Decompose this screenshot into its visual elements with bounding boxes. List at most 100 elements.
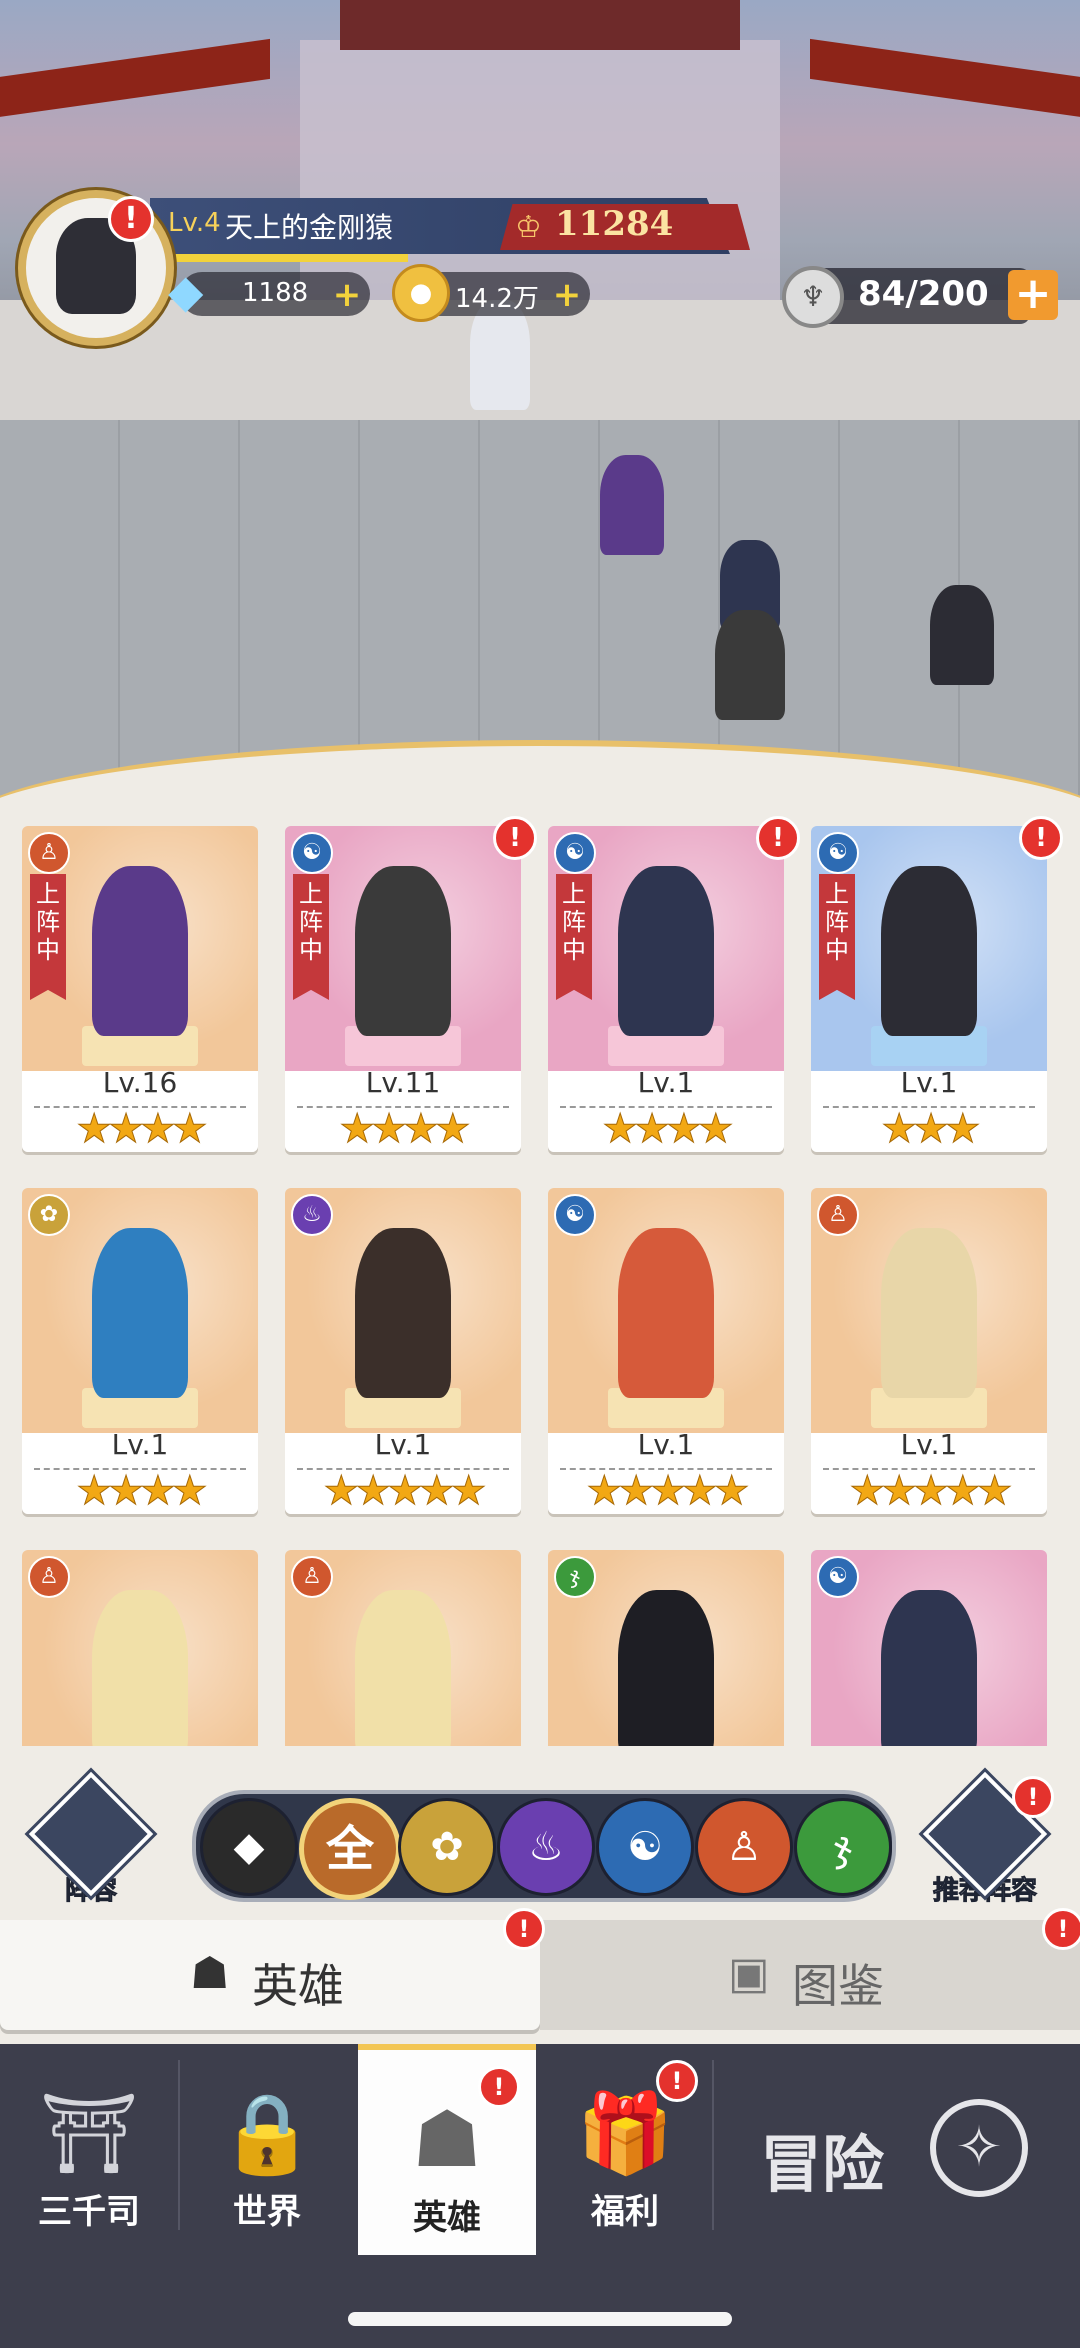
- hero-card[interactable]: ☯: [811, 1550, 1051, 1746]
- battle-hero-sprite: [600, 455, 664, 555]
- yin-yang-faction-icon: ☯: [817, 832, 859, 874]
- hero-alert-badge: !: [756, 816, 800, 860]
- hero-portrait: [92, 1590, 188, 1746]
- filter-tank-button[interactable]: ◆: [200, 1798, 298, 1896]
- hero-portrait: [92, 1228, 188, 1398]
- hero-portrait: [881, 1590, 977, 1746]
- nav-item[interactable]: ⛩ 三千司: [0, 2044, 178, 2249]
- tab-heroes[interactable]: ☗ 英雄: [0, 1920, 540, 2030]
- nav-alert-badge: !: [656, 2060, 698, 2102]
- hero-card[interactable]: Lv.1 ★★★★★ ☯: [548, 1188, 788, 1518]
- power-icon: ♔: [515, 210, 542, 245]
- lineup-button[interactable]: 阵容: [28, 1771, 154, 1907]
- statue-sprite: [470, 300, 530, 410]
- hero-stars: ★★★: [881, 1106, 982, 1153]
- player-level: Lv.4: [168, 208, 221, 238]
- hero-level: Lv.1: [900, 1428, 958, 1461]
- left-pavilion-roof: [0, 38, 270, 122]
- stamina-icon: ♆: [782, 266, 844, 328]
- recommend-alert-badge: !: [1012, 1776, 1054, 1818]
- nav-item[interactable]: ☗ 英雄!: [358, 2044, 536, 2255]
- tab-codex[interactable]: ▣ 图鉴: [540, 1920, 1080, 2030]
- book-icon: ▣: [728, 1948, 770, 1999]
- heroes-tab-alert-badge: !: [503, 1908, 545, 1950]
- monk-faction-icon: ♙: [817, 1194, 859, 1236]
- nav-label: 英雄: [413, 2198, 481, 2238]
- hero-portrait: [881, 1228, 977, 1398]
- player-name: 天上的金刚猿: [225, 211, 394, 244]
- hero-card[interactable]: Lv.11 ★★★★ ☯ 上阵中!: [285, 816, 537, 1156]
- power-value: 11284: [555, 204, 674, 244]
- filter-monk-button[interactable]: ♙: [695, 1798, 793, 1896]
- yin-yang-faction-icon: ☯: [554, 1194, 596, 1236]
- add-stamina-button[interactable]: +: [1008, 270, 1058, 320]
- nav-label: 世界: [233, 2192, 301, 2232]
- hero-card-frame: Lv.1 ★★★★★: [285, 1188, 521, 1514]
- hero-card[interactable]: ჯ: [548, 1550, 788, 1746]
- monk-faction-icon: ♙: [28, 832, 70, 874]
- nav-label: 福利: [591, 2192, 659, 2232]
- hero-level: Lv.1: [374, 1428, 432, 1461]
- hero-level: Lv.16: [102, 1066, 178, 1099]
- hero-alert-badge: !: [493, 816, 537, 860]
- hero-portrait: [92, 866, 188, 1036]
- flame-faction-icon: ♨: [291, 1194, 333, 1236]
- add-gems-button[interactable]: +: [332, 278, 362, 312]
- hero-card[interactable]: ♙: [22, 1550, 262, 1746]
- hero-stars: ★★★★: [76, 1468, 208, 1515]
- hero-card[interactable]: Lv.1 ★★★★★ ♙: [811, 1188, 1051, 1518]
- hero-portrait: [618, 1590, 714, 1746]
- filter-flame-button[interactable]: ♨: [497, 1798, 595, 1896]
- hero-level: Lv.1: [111, 1428, 169, 1461]
- hero-stars: ★★★★: [602, 1106, 734, 1153]
- in-lineup-ribbon: 上阵中: [293, 874, 329, 1000]
- add-coins-button[interactable]: +: [552, 278, 582, 312]
- hero-level: Lv.1: [637, 1428, 695, 1461]
- filter-yin-yang-button[interactable]: ☯: [596, 1798, 694, 1896]
- hero-stars: ★★★★★: [849, 1468, 1013, 1515]
- battle-scene: [0, 0, 1080, 800]
- hero-stars: ★★★★: [339, 1106, 471, 1153]
- hero-level: Lv.11: [365, 1066, 441, 1099]
- nav-item[interactable]: 🔒 世界: [178, 2044, 356, 2249]
- avatar-alert-badge: !: [108, 196, 154, 242]
- yin-yang-faction-icon: ☯: [554, 832, 596, 874]
- hero-portrait: [355, 866, 451, 1036]
- nav-icon: ⛩: [39, 2089, 139, 2179]
- right-pavilion-roof: [810, 38, 1080, 122]
- hero-portrait: [618, 866, 714, 1036]
- hero-card[interactable]: Lv.1 ★★★ ☯ 上阵中!: [811, 816, 1063, 1156]
- hero-card[interactable]: Lv.1 ★★★★ ☯ 上阵中!: [548, 816, 800, 1156]
- hero-card[interactable]: Lv.1 ★★★★ ✿: [22, 1188, 262, 1518]
- hero-card[interactable]: Lv.16 ★★★★ ♙ 上阵中: [22, 826, 262, 1156]
- hero-stars: ★★★★: [76, 1106, 208, 1153]
- filter-dna-button[interactable]: ჯ: [794, 1798, 892, 1896]
- adventure-button[interactable]: 冒险 ✧: [710, 2044, 1080, 2249]
- filter-lotus-button[interactable]: ✿: [398, 1798, 496, 1896]
- hero-card[interactable]: ♙: [285, 1550, 525, 1746]
- filter-all-button[interactable]: 全: [299, 1798, 401, 1900]
- monk-faction-icon: ♙: [28, 1556, 70, 1598]
- coins-value: 14.2万: [455, 284, 539, 314]
- nav-item[interactable]: 🎁 福利!: [536, 2044, 714, 2249]
- hero-card-frame: Lv.1 ★★★★★: [811, 1188, 1047, 1514]
- battle-hero-sprite: [930, 585, 994, 685]
- tab-codex-label: 图鉴: [792, 1959, 884, 2013]
- nav-divider: [178, 2060, 180, 2230]
- compass-icon: ✧: [930, 2099, 1028, 2197]
- hero-card-frame: Lv.1 ★★★★★: [548, 1188, 784, 1514]
- hero-portrait: [618, 1228, 714, 1398]
- stamina-value: 84/200: [858, 274, 989, 314]
- hero-portrait: [355, 1228, 451, 1398]
- lotus-faction-icon: ✿: [28, 1194, 70, 1236]
- hero-card-frame: Lv.1 ★★★★: [22, 1188, 258, 1514]
- monk-faction-icon: ♙: [291, 1556, 333, 1598]
- hero-level: Lv.1: [900, 1066, 958, 1099]
- home-indicator[interactable]: [348, 2312, 732, 2326]
- tab-heroes-label: 英雄: [252, 1959, 344, 2013]
- hero-card[interactable]: Lv.1 ★★★★★ ♨: [285, 1188, 525, 1518]
- hero-portrait: [881, 866, 977, 1036]
- battle-hero-sprite: [715, 610, 785, 720]
- in-lineup-ribbon: 上阵中: [556, 874, 592, 1000]
- hero-alert-badge: !: [1019, 816, 1063, 860]
